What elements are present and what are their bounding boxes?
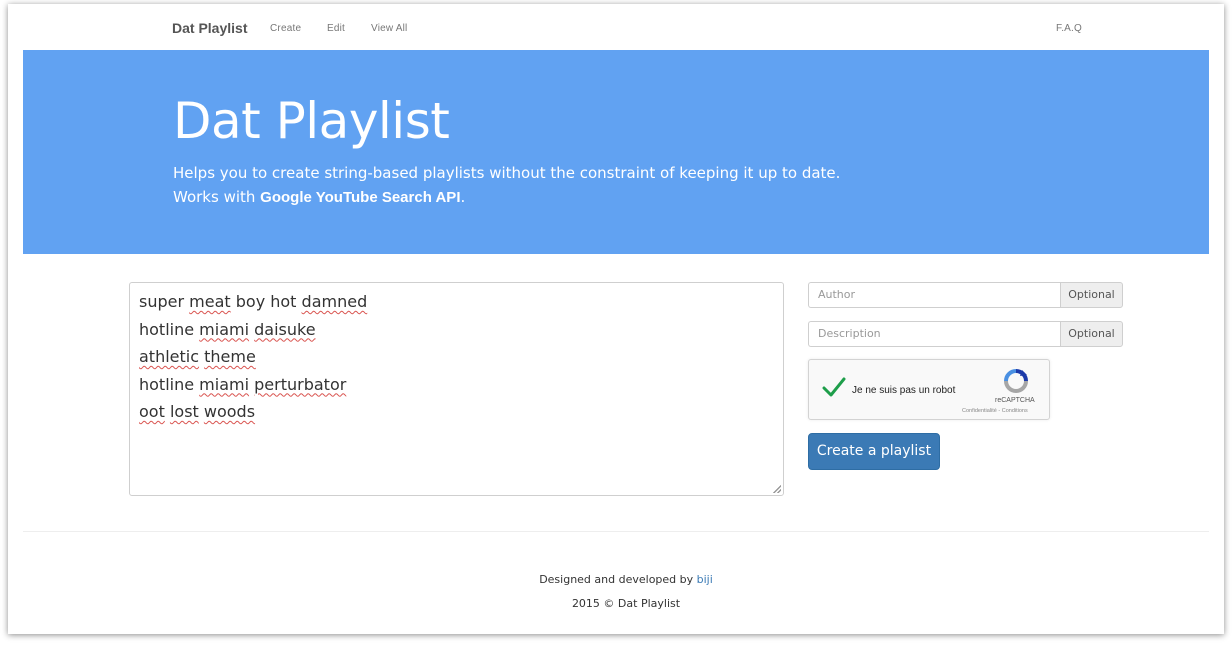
author-input[interactable]: Author xyxy=(808,282,1060,308)
author-input-group: Author Optional xyxy=(808,282,1123,308)
tagline: Helps you to create string-based playlis… xyxy=(173,164,841,182)
resize-handle-icon[interactable] xyxy=(773,485,781,493)
browser-viewport: Dat Playlist Create Edit View All F.A.Q … xyxy=(8,4,1224,634)
navbar-brand[interactable]: Dat Playlist xyxy=(172,20,247,36)
author-optional-addon: Optional xyxy=(1060,282,1123,308)
playlist-line: hotline miami perturbator xyxy=(139,374,347,394)
recaptcha-logo-icon xyxy=(1004,369,1028,393)
footer-credit: Designed and developed by biji xyxy=(8,573,1232,586)
page-title: Dat Playlist xyxy=(173,92,450,150)
nav-link-create[interactable]: Create xyxy=(270,23,301,34)
recaptcha-brand: reCAPTCHA xyxy=(995,397,1035,404)
footer-divider xyxy=(23,531,1209,532)
navbar: Dat Playlist Create Edit View All F.A.Q xyxy=(8,4,1224,50)
nav-link-view-all[interactable]: View All xyxy=(371,23,407,34)
api-name: Google YouTube Search API xyxy=(260,189,461,206)
playlist-textarea[interactable]: super meat boy hot damned hotline miami … xyxy=(129,282,784,496)
recaptcha-label: Je ne suis pas un robot xyxy=(852,385,956,396)
api-note-prefix: Works with xyxy=(173,188,261,206)
description-input[interactable]: Description xyxy=(808,321,1060,347)
jumbotron: Dat Playlist Helps you to create string-… xyxy=(23,50,1209,254)
footer-copyright: 2015 © Dat Playlist xyxy=(571,597,681,610)
playlist-line: hotline miami daisuke xyxy=(139,319,316,339)
footer-credit-text: Designed and developed by xyxy=(539,573,697,586)
create-playlist-button[interactable]: Create a playlist xyxy=(808,433,940,470)
playlist-line: super meat boy hot damned xyxy=(139,292,368,311)
author-link[interactable]: biji xyxy=(697,573,713,586)
api-note-suffix: . xyxy=(460,188,466,206)
nav-link-faq[interactable]: F.A.Q xyxy=(1056,23,1082,34)
nav-link-edit[interactable]: Edit xyxy=(327,23,345,34)
recaptcha-links[interactable]: Confidentialité - Conditions xyxy=(962,408,1028,414)
recaptcha-widget: Je ne suis pas un robot reCAPTCHA Confid… xyxy=(808,359,1050,420)
playlist-line: athletic theme xyxy=(139,347,256,366)
api-note: Works with Google YouTube Search API. xyxy=(173,188,465,206)
description-optional-addon: Optional xyxy=(1060,321,1123,347)
playlist-line: oot lost woods xyxy=(139,402,256,421)
checkmark-icon[interactable] xyxy=(821,374,847,400)
description-input-group: Description Optional xyxy=(808,321,1123,347)
